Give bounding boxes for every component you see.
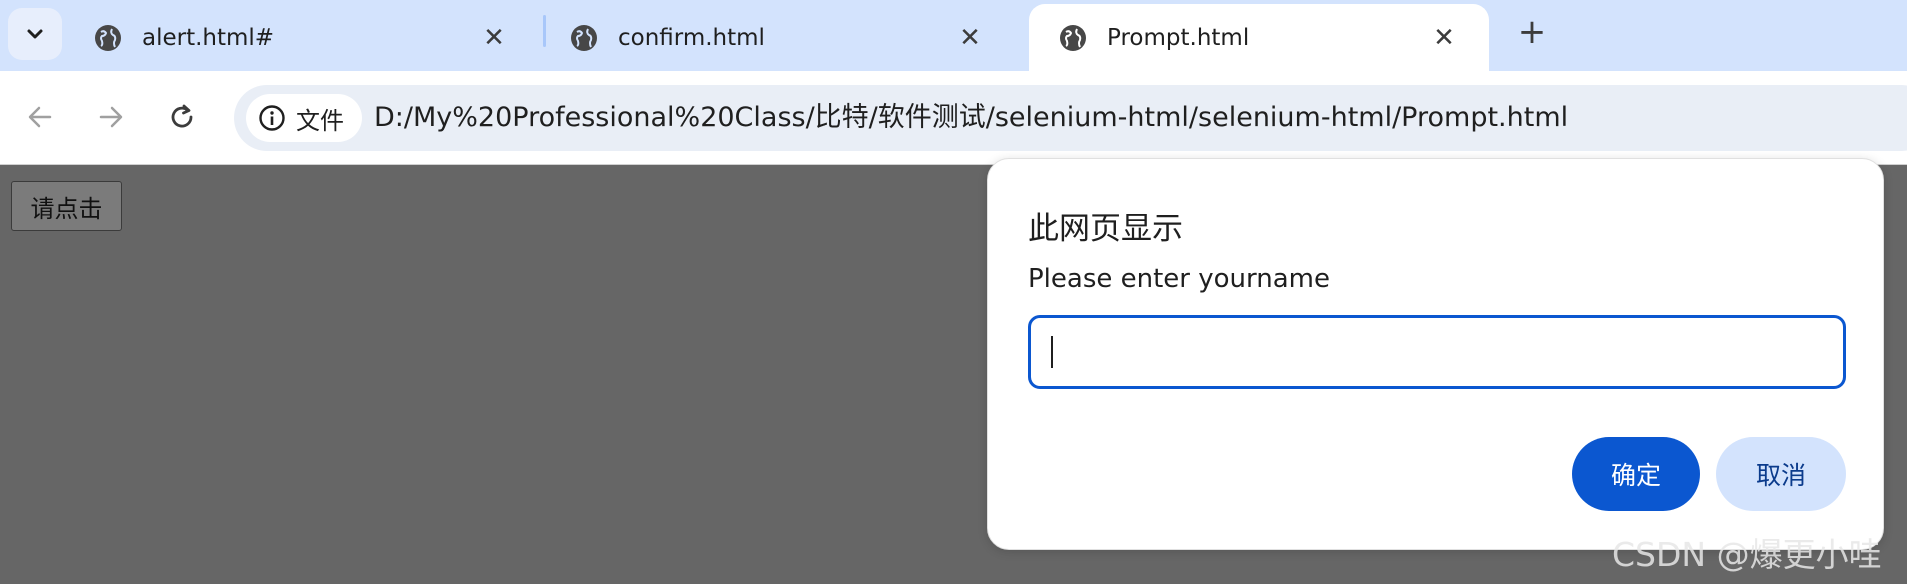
tab-title: alert.html# <box>142 24 275 51</box>
browser-toolbar: 文件 D:/My%20Professional%20Class/比特/软件测试/… <box>0 71 1907 165</box>
tab-title: confirm.html <box>618 24 765 51</box>
dialog-title: 此网页显示 <box>1028 211 1183 247</box>
reload-button[interactable] <box>160 95 204 139</box>
globe-icon <box>571 24 597 51</box>
back-button[interactable] <box>18 95 62 139</box>
site-chip-label: 文件 <box>296 106 344 135</box>
watermark: CSDN @爆更小哇 <box>1612 535 1882 574</box>
tab-strip: alert.html# ✕ confirm.html ✕ Prompt.html… <box>0 0 1907 71</box>
info-icon <box>259 105 285 131</box>
site-info-chip[interactable]: 文件 <box>246 94 362 142</box>
url-text[interactable]: D:/My%20Professional%20Class/比特/软件测试/sel… <box>374 85 1568 151</box>
ok-button[interactable]: 确定 <box>1572 437 1700 511</box>
reload-icon <box>171 104 193 128</box>
globe-icon <box>95 24 121 51</box>
globe-icon <box>1060 24 1086 51</box>
tab-confirm[interactable]: confirm.html ✕ <box>540 4 1015 71</box>
forward-arrow-icon <box>99 106 123 128</box>
address-bar[interactable]: 文件 D:/My%20Professional%20Class/比特/软件测试/… <box>234 85 1907 151</box>
close-icon[interactable]: ✕ <box>1429 23 1459 53</box>
text-caret <box>1051 336 1053 368</box>
close-icon[interactable]: ✕ <box>955 23 985 53</box>
forward-button[interactable] <box>89 95 133 139</box>
tab-alert[interactable]: alert.html# ✕ <box>64 4 539 71</box>
plus-icon[interactable]: + <box>1512 12 1552 52</box>
tab-prompt[interactable]: Prompt.html ✕ <box>1029 4 1489 71</box>
close-icon[interactable]: ✕ <box>479 23 509 53</box>
tab-search-button[interactable] <box>8 8 62 60</box>
dialog-message: Please enter yourname <box>1028 264 1330 294</box>
back-arrow-icon <box>28 106 52 128</box>
tab-title: Prompt.html <box>1107 24 1250 51</box>
cancel-button[interactable]: 取消 <box>1716 437 1846 511</box>
prompt-dialog: 此网页显示 Please enter yourname 确定 取消 <box>987 158 1884 550</box>
page-click-button[interactable]: 请点击 <box>11 181 122 231</box>
prompt-input[interactable] <box>1028 315 1846 389</box>
chevron-down-icon <box>27 29 43 39</box>
